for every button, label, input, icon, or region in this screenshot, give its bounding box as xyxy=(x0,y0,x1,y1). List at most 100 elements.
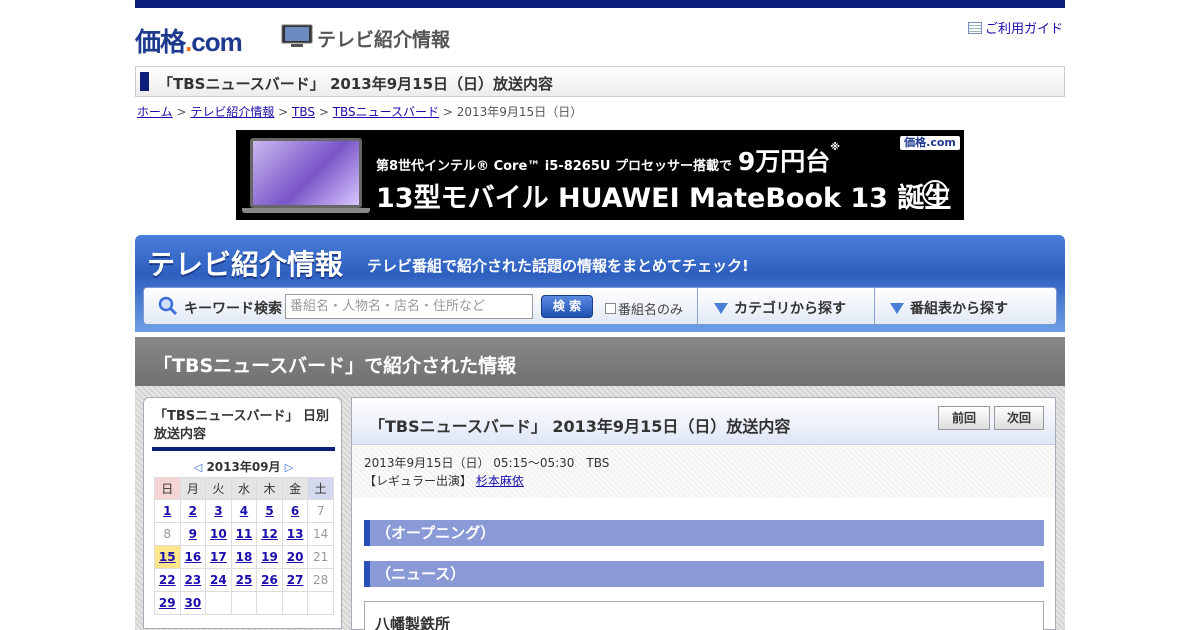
calendar-day[interactable]: 30 xyxy=(179,591,207,615)
calendar-day[interactable]: 9 xyxy=(179,522,207,546)
breadcrumb-tv-info[interactable]: テレビ紹介情報 xyxy=(190,105,274,119)
calendar-day[interactable]: 18 xyxy=(230,545,258,569)
calendar-day[interactable]: 22 xyxy=(154,568,181,592)
calendar-day-link[interactable]: 4 xyxy=(240,504,248,518)
program-only-checkbox[interactable]: 番組名のみ xyxy=(605,299,683,318)
kakaku-logo[interactable]: 価格.com xyxy=(135,22,243,59)
calendar-title: 「TBSニュースバード」 日別放送内容 xyxy=(154,409,330,442)
calendar-day-link[interactable]: 26 xyxy=(261,573,278,587)
calendar-day[interactable]: 13 xyxy=(281,522,309,546)
laptop-image xyxy=(250,138,362,208)
category-dropdown[interactable]: カテゴリから探す xyxy=(714,298,846,318)
schedule-dropdown[interactable]: 番組表から探す xyxy=(890,298,1008,318)
calendar-day[interactable]: 25 xyxy=(230,568,258,592)
weekday-header: 火 xyxy=(205,477,232,500)
calendar-day[interactable]: 27 xyxy=(281,568,309,592)
heading-accent-bar xyxy=(140,72,149,91)
breadcrumb-program[interactable]: TBSニュースバード xyxy=(333,105,439,119)
calendar-day[interactable]: 24 xyxy=(205,568,232,592)
calendar-day-link[interactable]: 17 xyxy=(210,550,227,564)
calendar-day: 8 xyxy=(154,522,181,546)
calendar-day-link[interactable]: 30 xyxy=(184,596,201,610)
calendar-day[interactable]: 2 xyxy=(179,499,207,523)
calendar-day-link[interactable]: 10 xyxy=(210,527,227,541)
topic-title: 八幡製鉄所 xyxy=(375,615,451,630)
calendar-day[interactable]: 16 xyxy=(179,545,207,569)
calendar-day[interactable]: 1 xyxy=(154,499,181,523)
search-button[interactable]: 検 索 xyxy=(541,295,593,318)
calendar-week: 1 2 3 4 5 67 xyxy=(154,499,334,523)
cast-link[interactable]: 杉本麻依 xyxy=(476,474,524,488)
calendar-day-link[interactable]: 20 xyxy=(287,550,304,564)
calendar-day[interactable]: 19 xyxy=(256,545,283,569)
calendar-week: 22 23 24 25 26 27 28 xyxy=(154,568,334,592)
calendar-day-link[interactable]: 5 xyxy=(265,504,273,518)
weekday-header: 水 xyxy=(230,477,258,500)
section-title[interactable]: テレビ紹介情報 xyxy=(317,25,450,52)
calendar-day[interactable]: 11 xyxy=(230,522,258,546)
calendar-widget: 「TBSニュースバード」 日別放送内容 ◁ 2013年09月 ▷ 日月火水木金土… xyxy=(143,397,342,629)
main-panel: 「TBSニュースバード」 2013年9月15日（日）放送内容 前回 次回 201… xyxy=(351,397,1056,630)
calendar-day xyxy=(256,591,283,615)
calendar-day[interactable]: 12 xyxy=(256,522,283,546)
section-header-title: 「TBSニュースバード」で紹介された情報 xyxy=(153,355,517,377)
calendar-day[interactable]: 6 xyxy=(281,499,309,523)
calendar-day-link[interactable]: 22 xyxy=(159,573,176,587)
calendar-day: 21 xyxy=(307,545,334,569)
triangle-down-icon xyxy=(890,302,904,314)
calendar-day[interactable]: 15 xyxy=(154,545,181,569)
calendar-day xyxy=(230,591,258,615)
weekday-header: 金 xyxy=(281,477,309,500)
guide-link[interactable]: ご利用ガイド xyxy=(968,18,1063,37)
breadcrumb-tbs[interactable]: TBS xyxy=(292,105,315,119)
prev-episode-button[interactable]: 前回 xyxy=(938,406,990,430)
calendar-day: 28 xyxy=(307,568,334,592)
calendar-day-link[interactable]: 29 xyxy=(159,596,176,610)
calendar-day[interactable]: 17 xyxy=(205,545,232,569)
calendar-day-link[interactable]: 24 xyxy=(210,573,227,587)
prev-month-icon[interactable]: ◁ xyxy=(194,461,202,474)
calendar-day-link[interactable]: 16 xyxy=(184,550,201,564)
calendar-day[interactable]: 5 xyxy=(256,499,283,523)
calendar-day-link[interactable]: 3 xyxy=(214,504,222,518)
calendar-day[interactable]: 29 xyxy=(154,591,181,615)
checkbox-box[interactable] xyxy=(605,303,616,314)
calendar-day[interactable]: 20 xyxy=(281,545,309,569)
calendar-day[interactable]: 4 xyxy=(230,499,258,523)
calendar-day-link[interactable]: 1 xyxy=(163,504,171,518)
calendar-day[interactable]: 23 xyxy=(179,568,207,592)
guide-icon xyxy=(968,21,982,34)
calendar-day-link[interactable]: 11 xyxy=(236,527,253,541)
calendar-day[interactable]: 10 xyxy=(205,522,232,546)
calendar-day[interactable]: 26 xyxy=(256,568,283,592)
calendar-day-link[interactable]: 15 xyxy=(159,550,176,564)
broadcast-info: 2013年9月15日（日） 05:15～05:30 TBS 【レギュラー出演】 … xyxy=(352,446,1055,498)
next-month-icon[interactable]: ▷ xyxy=(285,461,293,474)
calendar-day-link[interactable]: 18 xyxy=(236,550,253,564)
banner-logo: 価格.com xyxy=(900,136,960,150)
weekday-header: 月 xyxy=(179,477,207,500)
calendar-day-link[interactable]: 23 xyxy=(184,573,201,587)
tv-panel-subtitle: テレビ番組で紹介された話題の情報をまとめてチェック! xyxy=(367,257,749,275)
search-input[interactable] xyxy=(285,294,533,319)
calendar-day-link[interactable]: 6 xyxy=(291,504,299,518)
calendar-day-link[interactable]: 13 xyxy=(287,527,304,541)
banner-line1: 第8世代インテル® Core™ i5-8265U プロセッサー搭載で 9万円台※ xyxy=(376,142,841,176)
ad-banner[interactable]: 第8世代インテル® Core™ i5-8265U プロセッサー搭載で 9万円台※… xyxy=(236,130,964,220)
next-episode-button[interactable]: 次回 xyxy=(994,406,1044,430)
segment-heading: （ニュース） xyxy=(364,561,1044,587)
calendar-day[interactable]: 3 xyxy=(205,499,232,523)
calendar-day xyxy=(281,591,309,615)
calendar-week: 29 30 xyxy=(154,591,334,615)
banner-arrow-icon[interactable]: › xyxy=(922,180,948,206)
calendar-day-link[interactable]: 12 xyxy=(261,527,278,541)
weekday-header: 土 xyxy=(307,477,334,500)
calendar-day-link[interactable]: 9 xyxy=(189,527,197,541)
tv-info-panel: テレビ紹介情報 テレビ番組で紹介された話題の情報をまとめてチェック! キーワード… xyxy=(135,235,1065,332)
divider xyxy=(697,288,698,324)
breadcrumb-home[interactable]: ホーム xyxy=(137,105,173,119)
calendar-day-link[interactable]: 27 xyxy=(287,573,304,587)
calendar-day-link[interactable]: 25 xyxy=(236,573,253,587)
calendar-day-link[interactable]: 19 xyxy=(261,550,278,564)
calendar-day-link[interactable]: 2 xyxy=(189,504,197,518)
